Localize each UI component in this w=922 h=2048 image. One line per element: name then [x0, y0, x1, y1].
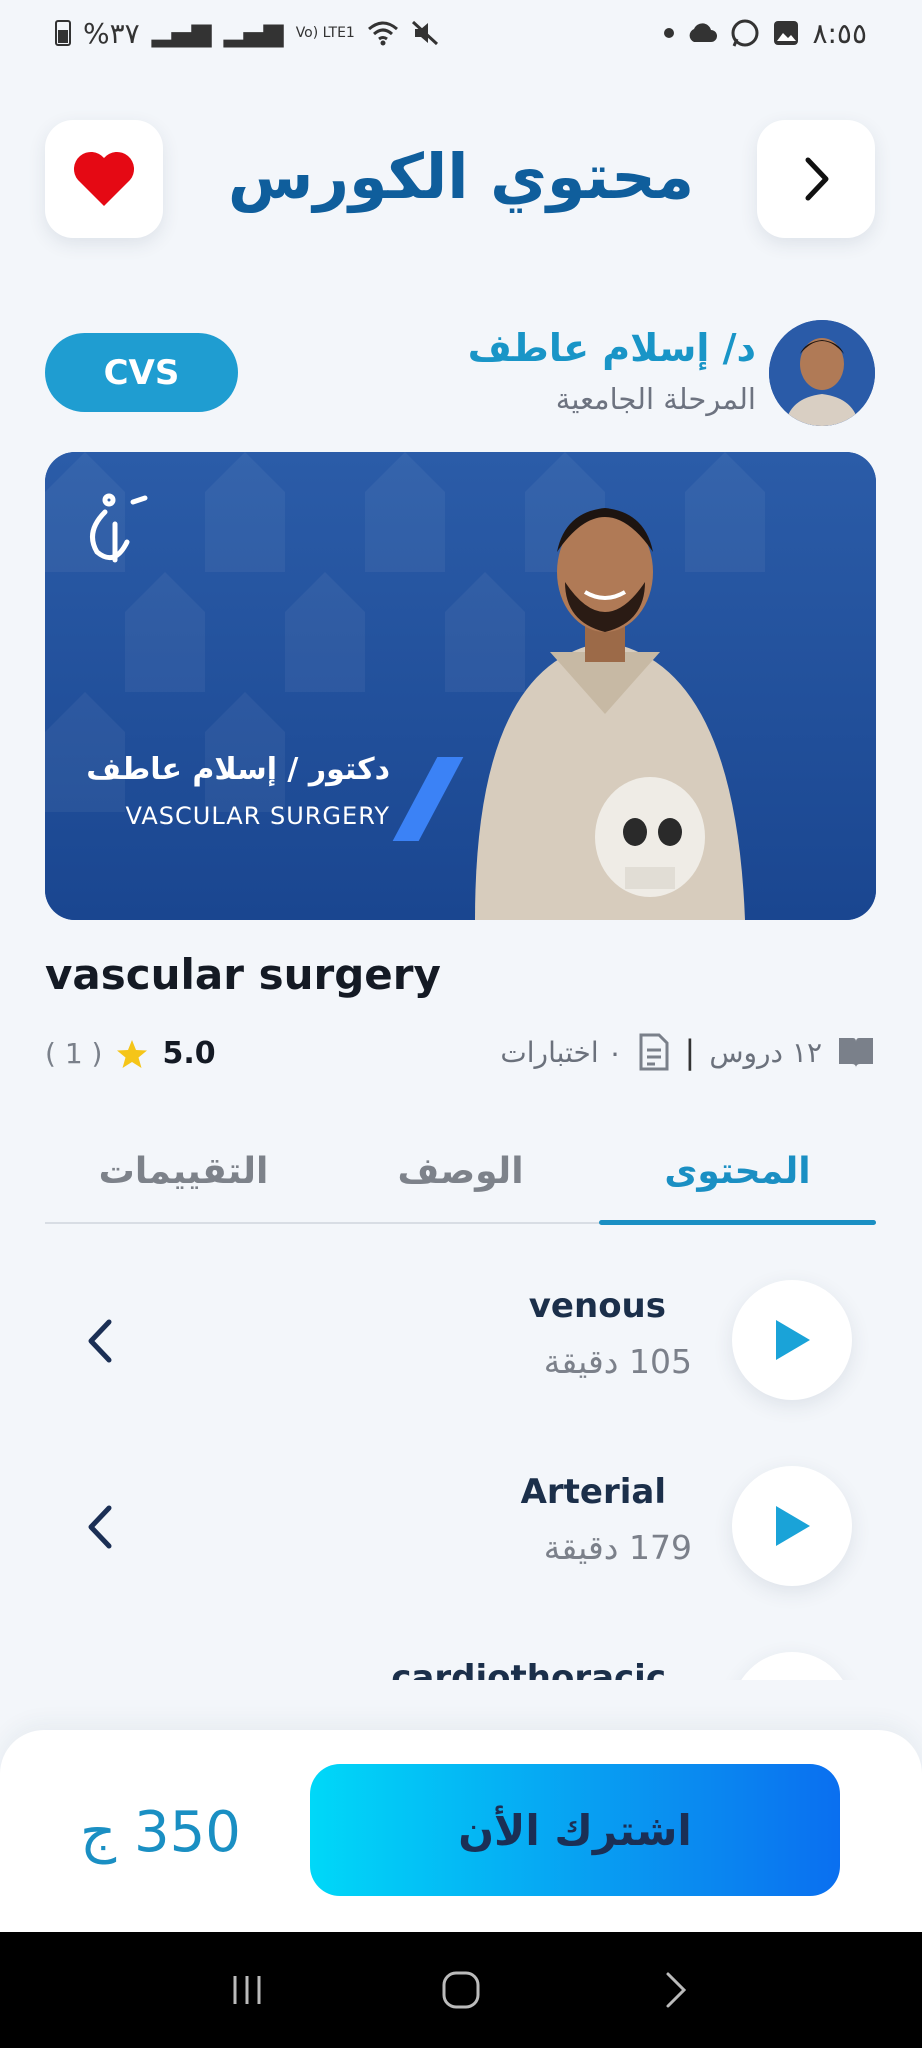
- system-back-button[interactable]: [645, 1960, 705, 2020]
- page-title: محتوي الكورس: [227, 140, 695, 213]
- course-rating: ( 1 ) 5.0: [45, 1036, 216, 1071]
- instructor-avatar: [769, 320, 875, 426]
- rating-count: ( 1 ): [45, 1037, 103, 1070]
- lesson-list: venous 105 دقيقة Arterial 179 دقيقة card…: [0, 1240, 922, 1680]
- content-tabs: المحتوى الوصف التقييمات: [45, 1120, 876, 1225]
- lesson-duration: 179 دقيقة: [543, 1528, 692, 1567]
- star-icon: [117, 1039, 148, 1068]
- network-label: Vo) LTE1: [295, 25, 355, 41]
- course-meta: ١٢ دروس | ٠ اختبارات: [500, 1032, 876, 1072]
- play-button[interactable]: [732, 1280, 852, 1400]
- chevron-left-icon[interactable]: [81, 1316, 121, 1366]
- exam-document-icon: [639, 1033, 669, 1071]
- person-avatar-icon: [769, 320, 875, 426]
- recent-apps-button[interactable]: [217, 1960, 277, 2020]
- system-nav-bar: [0, 1932, 922, 2048]
- home-button[interactable]: [431, 1960, 491, 2020]
- course-banner: دكتور / إسلام عاطف VASCULAR SURGERY: [45, 452, 876, 920]
- lessons-count: ١٢ دروس: [709, 1035, 822, 1069]
- lesson-title: cardiothoracic: [391, 1658, 666, 1680]
- heart-icon: [73, 151, 135, 206]
- chevron-left-icon[interactable]: [81, 1502, 121, 1552]
- status-bar: %٣٧ ▂▄▆ ▂▄▆ Vo) LTE1 ٨:٥٥: [0, 0, 922, 66]
- play-icon: [776, 1320, 810, 1360]
- play-button[interactable]: [732, 1466, 852, 1586]
- tab-reviews-label: التقييمات: [98, 1150, 269, 1192]
- exams-count: ٠ اختبارات: [500, 1035, 623, 1069]
- lesson-title: venous: [528, 1286, 666, 1326]
- whatsapp-icon: [731, 19, 759, 47]
- battery-icon: [55, 20, 71, 46]
- play-button[interactable]: [732, 1652, 852, 1680]
- back-chevron-icon: [666, 1972, 687, 2008]
- category-badge[interactable]: CVS: [45, 333, 238, 412]
- notification-dot-icon: [664, 28, 675, 38]
- lesson-item[interactable]: venous 105 دقيقة: [45, 1270, 876, 1410]
- tab-content[interactable]: المحتوى: [599, 1120, 876, 1225]
- subscribe-button[interactable]: اشترك الأن: [310, 1764, 840, 1896]
- meta-divider: |: [684, 1033, 696, 1071]
- favorite-button[interactable]: [45, 120, 163, 238]
- tab-description-label: الوصف: [397, 1150, 524, 1192]
- status-left: %٣٧ ▂▄▆ ▂▄▆ Vo) LTE1: [55, 17, 439, 50]
- play-icon: [776, 1506, 810, 1546]
- lesson-duration: 105 دقيقة: [543, 1342, 692, 1381]
- clock: ٨:٥٥: [812, 16, 867, 50]
- lesson-item[interactable]: cardiothoracic: [45, 1642, 876, 1680]
- banner-subtitle: VASCULAR SURGERY: [125, 802, 390, 830]
- banner-instructor-name: دكتور / إسلام عاطف: [86, 752, 390, 787]
- instructor-stage: المرحلة الجامعية: [555, 382, 756, 416]
- course-title: vascular surgery: [45, 950, 441, 999]
- tab-content-label: المحتوى: [664, 1150, 811, 1192]
- tab-description[interactable]: الوصف: [322, 1120, 599, 1222]
- signal-icon: ▂▄▆: [151, 18, 212, 48]
- book-icon: [839, 1038, 873, 1068]
- lesson-item[interactable]: Arterial 179 دقيقة: [45, 1456, 876, 1596]
- cloud-icon: [690, 23, 718, 42]
- tab-reviews[interactable]: التقييمات: [45, 1120, 322, 1222]
- gallery-icon: [774, 21, 799, 45]
- wifi-icon: [367, 21, 398, 46]
- battery-percent: %٣٧: [83, 16, 140, 50]
- signal-icon-2: ▂▄▆: [223, 18, 284, 48]
- back-button[interactable]: [757, 120, 875, 238]
- course-price: 350 ج: [80, 1800, 241, 1865]
- chevron-right-icon: [805, 157, 829, 201]
- mute-icon: [411, 20, 438, 46]
- status-right: ٨:٥٥: [664, 17, 867, 50]
- home-icon: [442, 1971, 480, 2009]
- purchase-panel: 350 ج اشترك الأن: [0, 1730, 922, 1932]
- instructor-name: د/ إسلام عاطف: [467, 326, 756, 370]
- rating-value: 5.0: [162, 1036, 216, 1071]
- banner-background: [45, 452, 876, 920]
- lesson-title: Arterial: [520, 1472, 666, 1512]
- recent-apps-icon: [233, 1976, 261, 2004]
